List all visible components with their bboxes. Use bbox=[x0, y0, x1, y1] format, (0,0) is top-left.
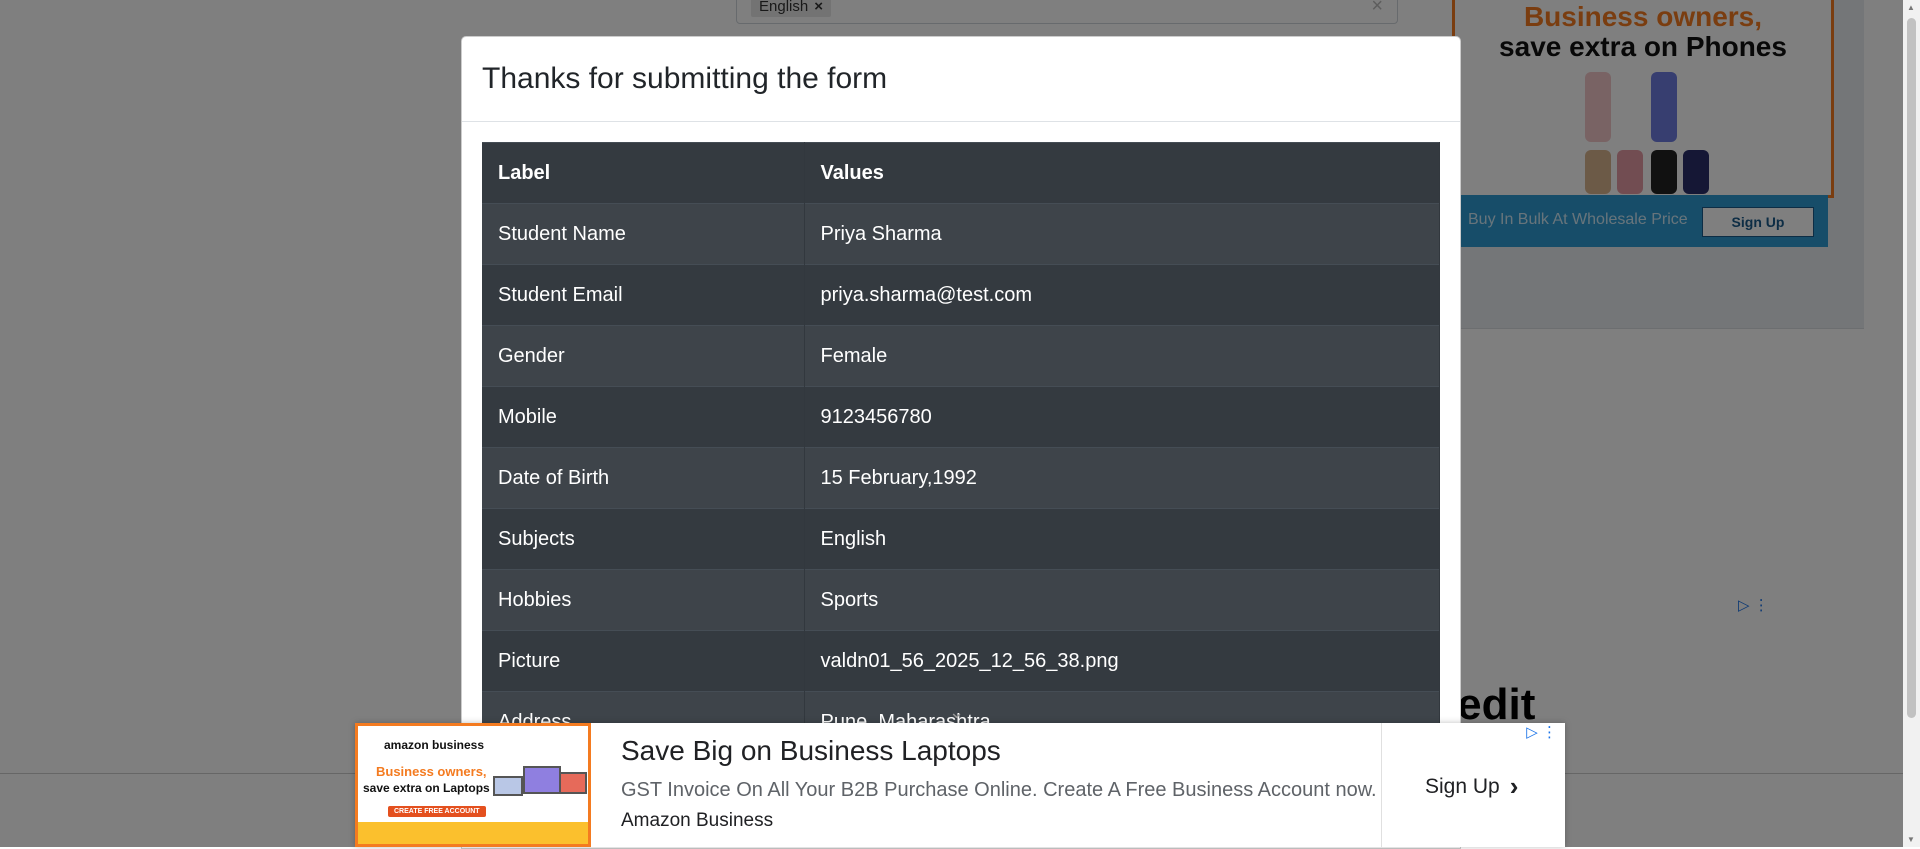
table-row: Gender Female bbox=[482, 325, 1440, 387]
column-header-values: Values bbox=[804, 142, 1440, 204]
modal-header: Thanks for submitting the form bbox=[462, 37, 1460, 122]
row-label: Gender bbox=[482, 325, 805, 387]
collapse-chevron-icon[interactable]: ⌄ bbox=[949, 702, 964, 723]
chevron-right-icon: › bbox=[1509, 771, 1519, 801]
bottom-ad-signup-label: Sign Up bbox=[1425, 774, 1500, 798]
thumb-brand: amazon business bbox=[384, 738, 485, 752]
page-scrollbar[interactable]: ▲ ▼ bbox=[1903, 0, 1920, 847]
thumb-strip bbox=[358, 822, 588, 844]
bottom-ad-signup-button[interactable]: Sign Up › bbox=[1425, 771, 1518, 802]
laptops-image bbox=[493, 766, 587, 804]
row-value: Sports bbox=[804, 569, 1440, 631]
table-row: Hobbies Sports bbox=[482, 569, 1440, 631]
table-row: Subjects English bbox=[482, 508, 1440, 570]
bottom-ad-advertiser: Amazon Business bbox=[621, 810, 774, 831]
row-label: Student Email bbox=[482, 264, 805, 326]
results-table-wrapper: Label Values Student Name Priya Sharma S… bbox=[482, 142, 1440, 753]
scroll-up-icon[interactable]: ▲ bbox=[1907, 3, 1915, 12]
row-label: Subjects bbox=[482, 508, 805, 570]
row-label: Hobbies bbox=[482, 569, 805, 631]
row-value: Priya Sharma bbox=[804, 203, 1440, 265]
table-row: Date of Birth 15 February,1992 bbox=[482, 447, 1440, 509]
bottom-ad-thumbnail[interactable]: amazon business Business owners, save ex… bbox=[355, 723, 591, 847]
adchoices-icon[interactable]: ▷ ⋮ bbox=[1526, 723, 1557, 741]
scrollbar-thumb[interactable] bbox=[1907, 18, 1916, 718]
table-row: Picture valdn01_56_2025_12_56_38.png bbox=[482, 630, 1440, 692]
row-value: priya.sharma@test.com bbox=[804, 264, 1440, 326]
table-row: Student Email priya.sharma@test.com bbox=[482, 264, 1440, 326]
row-value: 15 February,1992 bbox=[804, 447, 1440, 509]
scroll-down-icon[interactable]: ▼ bbox=[1907, 835, 1915, 844]
bottom-anchor-ad[interactable]: amazon business Business owners, save ex… bbox=[355, 723, 1565, 847]
table-row: Student Name Priya Sharma bbox=[482, 203, 1440, 265]
modal-title: Thanks for submitting the form bbox=[482, 62, 888, 95]
table-row: Mobile 9123456780 bbox=[482, 386, 1440, 448]
bottom-ad-title[interactable]: Save Big on Business Laptops bbox=[621, 735, 1001, 767]
table-header-row: Label Values bbox=[482, 142, 1440, 204]
row-label: Student Name bbox=[482, 203, 805, 265]
row-value: 9123456780 bbox=[804, 386, 1440, 448]
thumb-line1: Business owners, bbox=[376, 764, 487, 779]
thumb-cta: CREATE FREE ACCOUNT bbox=[388, 806, 486, 817]
row-label: Mobile bbox=[482, 386, 805, 448]
row-value: Female bbox=[804, 325, 1440, 387]
column-header-label: Label bbox=[482, 142, 805, 204]
row-label: Picture bbox=[482, 630, 805, 692]
row-value: English bbox=[804, 508, 1440, 570]
bottom-ad-description: GST Invoice On All Your B2B Purchase Onl… bbox=[621, 779, 1377, 801]
thumb-line2: save extra on Laptops bbox=[363, 781, 490, 795]
results-table: Label Values Student Name Priya Sharma S… bbox=[482, 142, 1440, 753]
row-value: valdn01_56_2025_12_56_38.png bbox=[804, 630, 1440, 692]
row-label: Date of Birth bbox=[482, 447, 805, 509]
bottom-ad-divider bbox=[1381, 723, 1382, 847]
